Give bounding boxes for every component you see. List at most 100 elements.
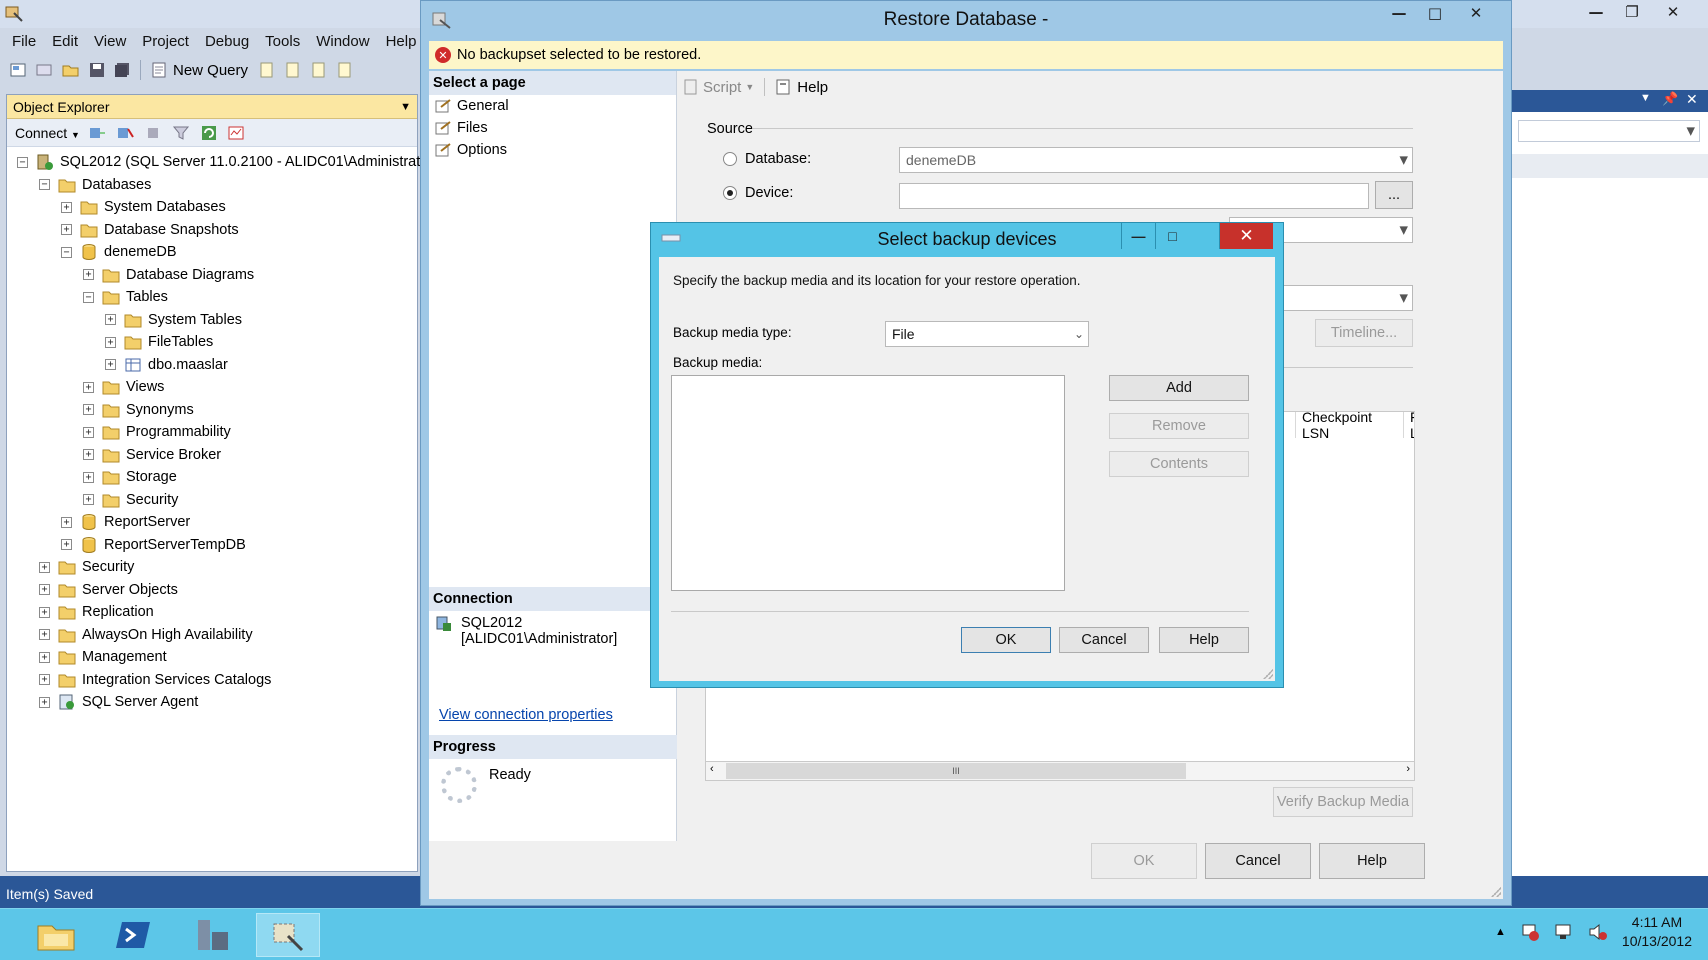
tree-node[interactable]: + System Tables	[7, 309, 417, 332]
expand-icon[interactable]: +	[61, 201, 72, 213]
minimize-icon[interactable]: —	[1121, 223, 1155, 249]
add-item-icon[interactable]	[34, 60, 56, 80]
contents-button[interactable]: Contents	[1109, 451, 1249, 477]
grid-horizontal-scrollbar[interactable]: ‹ III ›	[705, 761, 1415, 781]
expand-icon[interactable]: +	[83, 449, 94, 461]
db-engine-query-icon[interactable]	[256, 60, 278, 80]
tree-node[interactable]: + Synonyms	[7, 399, 417, 422]
tree-node[interactable]: + System Databases	[7, 196, 417, 219]
tree-node[interactable]: + ReportServerTempDB	[7, 534, 417, 557]
xmla-query-icon[interactable]	[334, 60, 356, 80]
tree-node[interactable]: + Storage	[7, 466, 417, 489]
radio-device[interactable]	[723, 186, 737, 200]
collapse-icon[interactable]: −	[61, 246, 72, 258]
expand-icon[interactable]: +	[83, 494, 94, 506]
tree-node[interactable]: + SQL Server Agent	[7, 691, 417, 714]
tree-node[interactable]: + Replication	[7, 601, 417, 624]
resize-grip[interactable]	[1263, 669, 1273, 679]
tree-node[interactable]: + Database Snapshots	[7, 219, 417, 242]
dialog-help-button[interactable]: Help	[1159, 627, 1249, 653]
powershell-taskbar-button[interactable]	[102, 913, 166, 957]
panel-menu-icon[interactable]: ▼	[1640, 92, 1651, 104]
expand-icon[interactable]: +	[39, 629, 50, 641]
expand-icon[interactable]: +	[61, 224, 72, 236]
refresh-icon[interactable]	[198, 123, 220, 143]
collapse-icon[interactable]: −	[17, 156, 28, 168]
source-device-radio[interactable]: Device:	[723, 185, 793, 201]
tree-node[interactable]: − Tables	[7, 286, 417, 309]
filter-icon[interactable]	[170, 123, 192, 143]
menu-edit[interactable]: Edit	[44, 33, 86, 50]
close-icon[interactable]: ✕	[1219, 223, 1273, 249]
expand-icon[interactable]: +	[105, 336, 116, 348]
expand-icon[interactable]: +	[61, 539, 72, 551]
save-icon[interactable]	[86, 60, 108, 80]
close-icon[interactable]: ✕	[1650, 0, 1696, 24]
expand-icon[interactable]: +	[39, 696, 50, 708]
panel-close-icon[interactable]: ✕	[1686, 91, 1698, 108]
source-database-radio[interactable]: Database:	[723, 151, 811, 167]
backup-media-list[interactable]	[671, 375, 1065, 591]
radio-database[interactable]	[723, 152, 737, 166]
restore-cancel-button[interactable]: Cancel	[1205, 843, 1311, 879]
dialog-cancel-button[interactable]: Cancel	[1059, 627, 1149, 653]
mdx-query-icon[interactable]	[308, 60, 330, 80]
tree-node[interactable]: − denemeDB	[7, 241, 417, 264]
verify-backup-media-button[interactable]: Verify Backup Media	[1273, 787, 1413, 817]
expand-icon[interactable]: +	[83, 269, 94, 281]
expand-icon[interactable]: +	[105, 314, 116, 326]
expand-icon[interactable]: +	[39, 674, 50, 686]
server-manager-taskbar-button[interactable]	[180, 913, 244, 957]
properties-object-combo[interactable]: ▼	[1518, 120, 1700, 142]
expand-icon[interactable]: +	[39, 561, 50, 573]
tree-node[interactable]: + Integration Services Catalogs	[7, 669, 417, 692]
tree-node[interactable]: + AlwaysOn High Availability	[7, 624, 417, 647]
stop-icon[interactable]	[142, 123, 164, 143]
clock[interactable]: 4:11 AM 10/13/2012	[1622, 913, 1692, 951]
device-path-field[interactable]	[899, 183, 1369, 209]
action-center-icon[interactable]	[1520, 922, 1540, 942]
show-hidden-icons-icon[interactable]: ▲	[1495, 926, 1506, 938]
expand-icon[interactable]: +	[83, 471, 94, 483]
menu-tools[interactable]: Tools	[257, 33, 308, 50]
dialog-ok-button[interactable]: OK	[961, 627, 1051, 653]
menu-help[interactable]: Help	[378, 33, 425, 50]
disconnect-icon[interactable]	[114, 123, 136, 143]
page-general[interactable]: General	[429, 95, 676, 117]
activity-monitor-icon[interactable]	[226, 123, 248, 143]
grid-col-checkpoint-lsn[interactable]: Checkpoint LSN	[1296, 409, 1404, 441]
connect-object-explorer-icon[interactable]	[86, 123, 108, 143]
restore-icon[interactable]: ❐	[1614, 0, 1650, 24]
add-media-button[interactable]: Add	[1109, 375, 1249, 401]
script-button[interactable]: Script ▼	[683, 79, 754, 96]
close-icon[interactable]: ✕	[1453, 1, 1499, 25]
expand-icon[interactable]: +	[39, 651, 50, 663]
expand-icon[interactable]: +	[39, 584, 50, 596]
scroll-left-icon[interactable]: ‹	[710, 763, 714, 775]
minimize-icon[interactable]: —	[1578, 0, 1614, 24]
scrollbar-thumb[interactable]: III	[726, 763, 1186, 779]
database-combo[interactable]: denemeDB ▼	[899, 147, 1413, 173]
tree-node[interactable]: + Server Objects	[7, 579, 417, 602]
expand-icon[interactable]: +	[61, 516, 72, 528]
menu-project[interactable]: Project	[134, 33, 197, 50]
network-icon[interactable]	[1554, 922, 1574, 942]
menu-view[interactable]: View	[86, 33, 134, 50]
backup-media-type-select[interactable]: File ⌄	[885, 321, 1089, 347]
tree-node[interactable]: + FileTables	[7, 331, 417, 354]
tree-node[interactable]: + Programmability	[7, 421, 417, 444]
connect-button[interactable]: Connect ▼	[15, 125, 80, 141]
collapse-icon[interactable]: −	[83, 291, 94, 303]
tree-node[interactable]: − Databases	[7, 174, 417, 197]
expand-icon[interactable]: +	[105, 359, 116, 371]
menu-debug[interactable]: Debug	[197, 33, 257, 50]
expand-icon[interactable]: +	[83, 404, 94, 416]
tree-node[interactable]: + Security	[7, 556, 417, 579]
maximize-icon[interactable]: □	[1155, 223, 1189, 249]
resize-grip[interactable]	[1491, 887, 1501, 897]
tree-node[interactable]: + Service Broker	[7, 444, 417, 467]
page-files[interactable]: Files	[429, 117, 676, 139]
browse-device-button[interactable]: ...	[1375, 181, 1413, 209]
new-query-button[interactable]: New Query	[147, 61, 252, 79]
save-all-icon[interactable]	[112, 60, 134, 80]
